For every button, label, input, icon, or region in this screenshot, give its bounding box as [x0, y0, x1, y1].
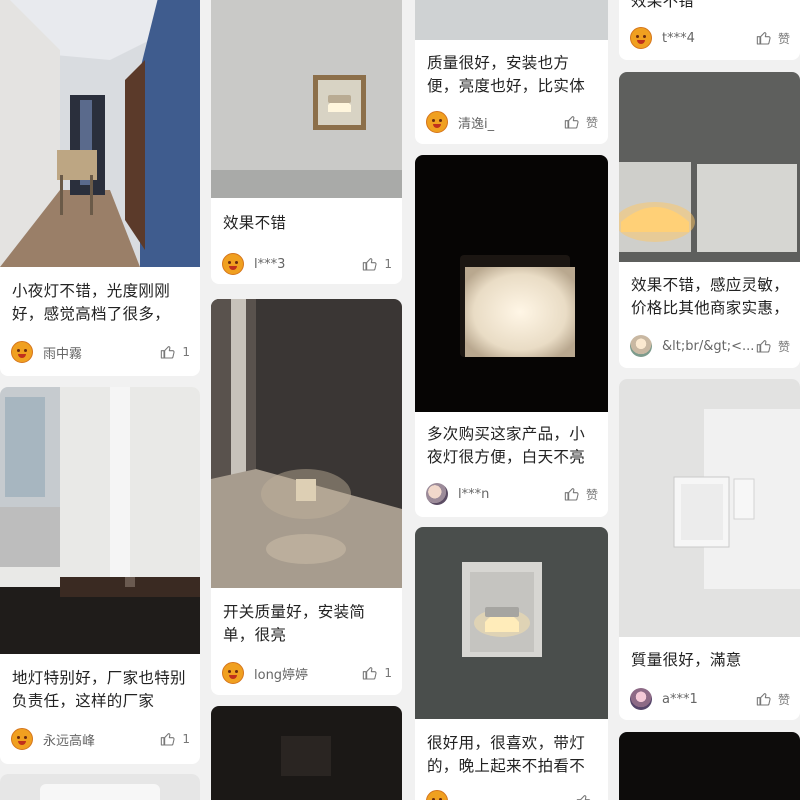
review-card[interactable]: 多次购买这家产品，小夜灯很方便，白天不亮 l***n 赞 [415, 155, 608, 517]
review-meta: l***n 赞 [426, 482, 598, 506]
like-button[interactable] [576, 793, 598, 800]
angry-emoji-avatar-icon[interactable] [630, 27, 652, 49]
thumbs-up-icon [756, 338, 772, 354]
angry-emoji-avatar-icon[interactable] [222, 253, 244, 275]
username[interactable]: 永远高峰 [43, 730, 160, 749]
review-photo-partial[interactable] [619, 732, 800, 800]
review-text: 多次购买这家产品，小夜灯很方便，白天不亮 [427, 425, 586, 466]
thumbs-up-icon [160, 344, 176, 360]
thumbs-up-icon [160, 731, 176, 747]
like-button[interactable]: 赞 [564, 114, 598, 131]
review-photo-white-switch[interactable] [619, 379, 800, 637]
like-button[interactable]: 1 [362, 256, 392, 272]
username[interactable]: l***n [458, 487, 564, 502]
angry-emoji-avatar-icon[interactable] [11, 341, 33, 363]
username[interactable]: t***4 [662, 31, 756, 46]
review-photo-corridor-light[interactable] [211, 299, 402, 588]
thumbs-up-icon [362, 256, 378, 272]
review-card[interactable] [211, 706, 402, 800]
angry-emoji-avatar-icon[interactable] [11, 728, 33, 750]
review-photo-partial[interactable] [0, 774, 200, 800]
review-text: 效果不错，感应灵敏，价格比其他商家实惠， [631, 276, 790, 317]
like-count: 赞 [777, 339, 790, 354]
username[interactable]: long婷婷 [254, 664, 362, 683]
like-count: 赞 [777, 692, 790, 707]
thumbs-up-icon [756, 691, 772, 707]
like-count: 赞 [585, 115, 598, 130]
review-photo-light-switch[interactable] [415, 527, 608, 719]
photo-avatar-icon[interactable] [630, 688, 652, 710]
like-count: 1 [384, 257, 392, 271]
review-card[interactable]: 质量很好，安装也方便，亮度也好，比实体 清逸i_ 赞 [415, 0, 608, 144]
review-photo-glowing-panel[interactable] [415, 155, 608, 412]
review-text: 地灯特别好，厂家也特别负责任，这样的厂家 [12, 669, 186, 710]
review-card[interactable]: 很好用，很喜欢，带灯的，晚上起来不拍看不 [415, 527, 608, 800]
like-count: 赞 [585, 487, 598, 502]
review-meta [426, 789, 598, 800]
username[interactable]: 清逸i_ [458, 113, 564, 132]
review-card[interactable] [0, 774, 200, 800]
thumbs-up-icon [756, 30, 772, 46]
review-text: 很好用，很喜欢，带灯的，晚上起来不拍看不 [427, 734, 586, 775]
like-button[interactable]: 1 [362, 665, 392, 681]
review-meta: 永远高峰 1 [11, 727, 190, 751]
like-button[interactable]: 1 [160, 344, 190, 360]
review-card[interactable]: 效果不错 l***3 1 [211, 0, 402, 284]
angry-emoji-avatar-icon[interactable] [222, 662, 244, 684]
angry-emoji-avatar-icon[interactable] [426, 790, 448, 800]
review-photo-partial[interactable] [211, 706, 402, 800]
thumbs-up-icon [362, 665, 378, 681]
review-photo-switch-panels[interactable] [619, 72, 800, 262]
like-button[interactable]: 1 [160, 731, 190, 747]
review-meta: long婷婷 1 [222, 661, 392, 685]
username[interactable]: &lt;br/&gt;<... [662, 339, 756, 354]
username[interactable]: l***3 [254, 257, 362, 272]
like-button[interactable]: 赞 [756, 691, 790, 708]
review-card[interactable]: 地灯特别好，厂家也特别负责任，这样的厂家 永远高峰 1 [0, 387, 200, 764]
review-photo-hallway[interactable] [0, 0, 200, 267]
thumbs-up-icon [564, 114, 580, 130]
review-card[interactable]: 效果不错，感应灵敏，价格比其他商家实惠， &lt;br/&gt;<... 赞 [619, 72, 800, 368]
review-photo-partial-top[interactable] [415, 0, 608, 40]
angry-emoji-avatar-icon[interactable] [426, 111, 448, 133]
review-meta: l***3 1 [222, 252, 392, 276]
like-button[interactable]: 赞 [756, 30, 790, 47]
review-card[interactable]: 質量很好，滿意 a***1 赞 [619, 379, 800, 720]
review-meta: t***4 赞 [630, 26, 790, 50]
review-text: 效果不错 [223, 214, 287, 232]
thumbs-up-icon [576, 793, 592, 800]
review-meta: 清逸i_ 赞 [426, 110, 598, 134]
like-count: 1 [384, 666, 392, 680]
username[interactable]: a***1 [662, 692, 756, 707]
review-card[interactable]: 开关质量好，安装简单，很亮 long婷婷 1 [211, 299, 402, 695]
like-count: 1 [182, 345, 190, 359]
review-card[interactable]: 小夜灯不错，光度刚刚好，感觉高档了很多， 雨中霧 1 [0, 0, 200, 376]
review-text: 质量很好，安装也方便，亮度也好，比实体 [427, 54, 586, 95]
like-count: 赞 [777, 31, 790, 46]
review-meta: &lt;br/&gt;<... 赞 [630, 334, 790, 358]
review-text: 質量很好，滿意 [631, 651, 742, 669]
thumbs-up-icon [564, 486, 580, 502]
like-button[interactable]: 赞 [564, 486, 598, 503]
photo-avatar-icon[interactable] [426, 483, 448, 505]
review-text: 开关质量好，安装简单，很亮 [223, 603, 366, 644]
photo-avatar-icon[interactable] [630, 335, 652, 357]
review-meta: 雨中霧 1 [11, 340, 190, 364]
like-count: 1 [182, 732, 190, 746]
review-photo-wall-light[interactable] [211, 0, 402, 198]
username[interactable]: 雨中霧 [43, 343, 160, 362]
review-text: 效果不错 [631, 0, 695, 10]
review-card[interactable] [619, 732, 800, 800]
review-card[interactable]: 效果不错 t***4 赞 [619, 0, 800, 60]
review-meta: a***1 赞 [630, 687, 790, 711]
review-text: 小夜灯不错，光度刚刚好，感觉高档了很多， [12, 282, 171, 323]
review-photo-wall[interactable] [0, 387, 200, 654]
like-button[interactable]: 赞 [756, 338, 790, 355]
